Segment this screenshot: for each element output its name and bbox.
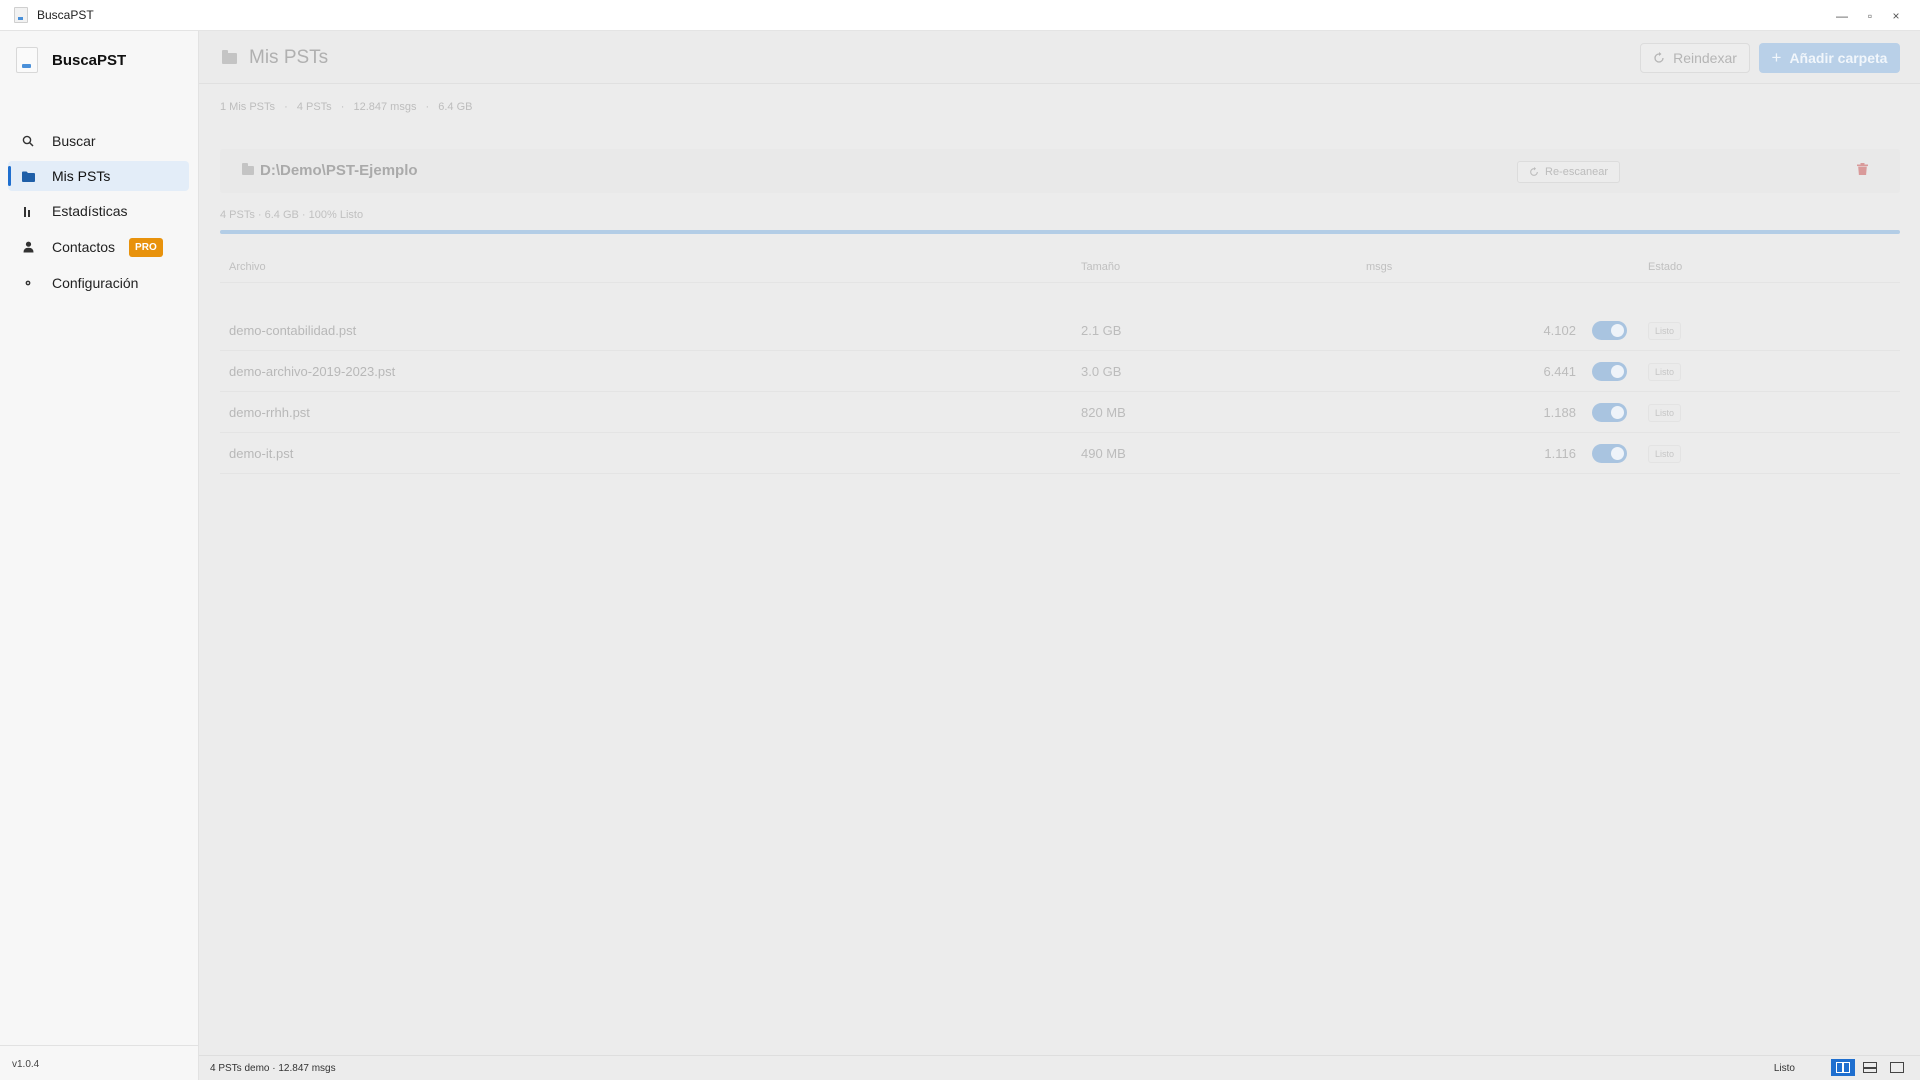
sidebar-item-label: Estadísticas <box>52 203 128 219</box>
column-header-file[interactable]: Archivo <box>229 261 266 273</box>
sidebar-item-buscar[interactable]: Buscar <box>8 126 189 156</box>
sidebar-item-configuracion[interactable]: Configuración <box>8 268 189 298</box>
summary-size: 6.4 GB <box>438 101 473 113</box>
progress-fill <box>220 230 1900 234</box>
sidebar-item-label: Configuración <box>52 275 139 291</box>
summary-msgs: 12.847 msgs <box>353 101 417 113</box>
sidebar-item-mis-psts[interactable]: Mis PSTs <box>8 161 189 191</box>
app-version: v1.0.4 <box>12 1059 40 1070</box>
search-icon <box>21 135 35 147</box>
file-msgs: 1.188 <box>1543 405 1576 420</box>
table-row[interactable]: demo-it.pst 490 MB 1.116 Listo <box>220 433 1900 474</box>
status-badge: Listo <box>1648 322 1682 340</box>
file-name: demo-archivo-2019-2023.pst <box>229 364 396 379</box>
enable-toggle[interactable] <box>1592 321 1627 340</box>
status-right-text: Listo <box>1773 1063 1795 1074</box>
close-button[interactable]: × <box>1882 0 1910 31</box>
app-logo-icon <box>16 47 38 73</box>
add-folder-button[interactable]: + Añadir carpeta <box>1759 43 1900 73</box>
sidebar-item-label: Buscar <box>52 133 96 149</box>
file-name: demo-rrhh.pst <box>229 405 310 420</box>
layout-split-horizontal-icon[interactable] <box>1858 1059 1882 1076</box>
folder-icon <box>222 50 237 64</box>
table-row[interactable]: demo-archivo-2019-2023.pst 3.0 GB 6.441 … <box>220 351 1900 392</box>
file-msgs: 6.441 <box>1543 364 1576 379</box>
enable-toggle[interactable] <box>1592 403 1627 422</box>
active-indicator <box>8 166 11 186</box>
file-msgs: 1.116 <box>1544 446 1576 461</box>
table-header: Archivo Tamaño msgs Estado <box>220 253 1900 283</box>
file-msgs: 4.102 <box>1543 323 1576 338</box>
sidebar: BuscaPST Buscar Mis PSTs Estadísticas Co… <box>0 31 199 1080</box>
gear-icon <box>21 278 35 288</box>
refresh-icon <box>1654 52 1664 63</box>
rescan-label: Re-escanear <box>1545 166 1608 178</box>
window-title: BuscaPST <box>37 8 94 22</box>
column-header-size[interactable]: Tamaño <box>1081 261 1120 273</box>
enable-toggle[interactable] <box>1592 444 1627 463</box>
folder-icon <box>242 163 254 175</box>
sidebar-item-label: Mis PSTs <box>52 168 111 184</box>
refresh-icon <box>1530 167 1538 176</box>
column-header-status[interactable]: Estado <box>1648 261 1682 273</box>
bar-chart-icon <box>21 206 35 217</box>
add-folder-label: Añadir carpeta <box>1789 50 1888 66</box>
status-bar: 4 PSTs demo · 12.847 msgs Listo <box>199 1055 1920 1080</box>
table-row[interactable]: demo-rrhh.pst 820 MB 1.188 Listo <box>220 392 1900 433</box>
library-summary: 1 Mis PSTs · 4 PSTs · 12.847 msgs · 6.4 … <box>220 101 473 113</box>
minimize-button[interactable]: — <box>1828 0 1856 31</box>
window-titlebar: BuscaPST — ▫ × <box>0 0 1920 31</box>
table-row[interactable]: demo-contabilidad.pst 2.1 GB 4.102 Listo <box>220 310 1900 351</box>
file-size: 490 MB <box>1081 446 1126 461</box>
folder-progress-bar <box>220 230 1900 234</box>
sidebar-item-label: Contactos <box>52 239 116 255</box>
status-badge: Listo <box>1648 445 1682 463</box>
summary-psts: 4 PSTs <box>296 101 332 113</box>
summary-folders: 1 Mis PSTs <box>220 101 276 113</box>
sidebar-item-estadisticas[interactable]: Estadísticas <box>8 196 189 226</box>
file-name: demo-contabilidad.pst <box>229 323 357 338</box>
app-icon <box>14 7 28 23</box>
trash-icon[interactable] <box>1857 162 1868 180</box>
sidebar-divider <box>0 1045 199 1046</box>
layout-split-vertical-icon[interactable] <box>1831 1059 1855 1076</box>
sidebar-item-contactos[interactable]: Contactos PRO <box>8 232 189 262</box>
reindex-button[interactable]: Reindexar <box>1640 43 1750 73</box>
rescan-button[interactable]: Re-escanear <box>1517 161 1620 183</box>
column-header-msgs[interactable]: msgs <box>1366 261 1392 273</box>
folder-icon <box>21 171 35 182</box>
page-title: Mis PSTs <box>249 47 329 68</box>
folder-card: D:\Demo\PST-Ejemplo Re-escanear <box>220 149 1900 193</box>
brand: BuscaPST <box>16 47 126 73</box>
enable-toggle[interactable] <box>1592 362 1627 381</box>
status-badge: Listo <box>1648 404 1682 422</box>
maximize-button[interactable]: ▫ <box>1856 0 1884 31</box>
page-header: Mis PSTs Reindexar + Añadir carpeta <box>199 31 1920 84</box>
pro-badge: PRO <box>129 237 163 257</box>
folder-stats: 4 PSTs · 6.4 GB · 100% Listo <box>220 209 364 221</box>
main-content: Mis PSTs Reindexar + Añadir carpeta 1 Mi… <box>199 31 1920 1055</box>
person-icon <box>21 241 35 253</box>
file-size: 2.1 GB <box>1081 323 1122 338</box>
reindex-label: Reindexar <box>1673 50 1737 66</box>
status-left-text: 4 PSTs demo · 12.847 msgs <box>210 1063 336 1074</box>
brand-name: BuscaPST <box>52 51 127 69</box>
plus-icon: + <box>1771 48 1782 67</box>
folder-path: D:\Demo\PST-Ejemplo <box>260 162 418 179</box>
status-badge: Listo <box>1648 363 1682 381</box>
layout-single-icon[interactable] <box>1885 1059 1909 1076</box>
file-name: demo-it.pst <box>229 446 294 461</box>
file-size: 3.0 GB <box>1081 364 1122 379</box>
file-size: 820 MB <box>1081 405 1126 420</box>
